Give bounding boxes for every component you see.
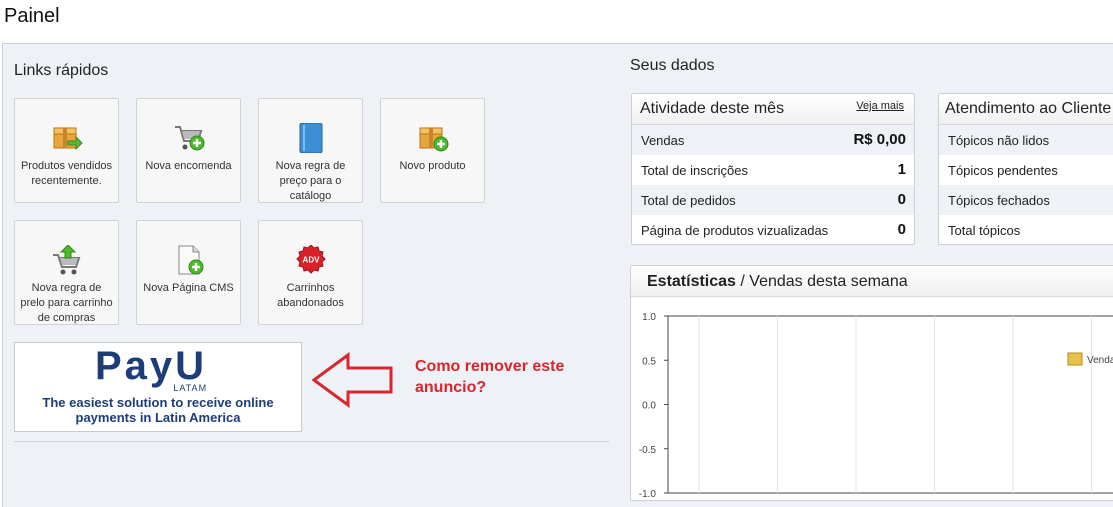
stats-box: Estatísticas / Vendas desta semana 24/12… (630, 265, 1113, 501)
y-tick-label: 1.0 (642, 312, 656, 323)
adv-badge-icon: ADV (296, 245, 326, 274)
tile-label: Novo produto (399, 160, 466, 172)
quick-links-title: Links rápidos (14, 62, 109, 79)
page-add-icon (178, 245, 204, 275)
cart-add-icon (175, 126, 205, 151)
support-row: Tópicos pendentes (948, 163, 1058, 178)
activity-box: Atividade deste mês Veja mais Vendas R$ … (631, 93, 915, 245)
box-add-icon (419, 127, 449, 152)
legend-swatch (1067, 352, 1083, 366)
support-box: Atendimento ao Cliente Tópicos não lidos… (938, 93, 1113, 245)
cart-up-icon (53, 245, 81, 275)
y-tick-label: 0.0 (642, 401, 656, 412)
y-tick-label: -0.5 (639, 445, 657, 456)
stats-title: Estatísticas / Vendas desta semana (647, 273, 908, 290)
svg-text:ADV: ADV (303, 256, 321, 265)
support-title: Atendimento ao Cliente (945, 100, 1112, 117)
support-row: Tópicos não lidos (939, 125, 1113, 155)
your-data-title: Seus dados (630, 57, 715, 74)
red-arrow-annotation (312, 352, 393, 408)
activity-row: Página de produtos vizualizadas 0 (641, 221, 906, 238)
tile-label: Produtos vendidos recentemente. (20, 160, 113, 187)
support-row: Total tópicos (948, 223, 1021, 238)
tile-label: Carrinhos abandonados (277, 282, 344, 309)
y-tick-label: -1.0 (639, 489, 657, 500)
tile-label: Nova regra de prelo para carrinho de com… (20, 282, 113, 324)
support-row: Tópicos fechados (939, 185, 1113, 215)
box-arrow-icon (53, 127, 83, 151)
payu-ad-banner[interactable]: PayU LATAM The easiest solution to recei… (14, 342, 302, 432)
tile-new-cms-page[interactable]: Nova Página CMS (136, 220, 241, 325)
activity-title: Atividade deste mês (640, 100, 785, 117)
annotation-note: Como remover este anuncio? (415, 358, 565, 396)
tile-recent-products[interactable]: Produtos vendidos recentemente. (14, 98, 119, 203)
plot-area (667, 315, 1113, 494)
tile-new-product[interactable]: Novo produto (380, 98, 485, 203)
tile-abandoned-carts[interactable]: ADV Carrinhos abandonados (258, 220, 363, 325)
see-more-link[interactable]: Veja mais (856, 100, 904, 112)
payu-logo: PayU LATAM (95, 344, 208, 393)
activity-header: Atividade deste mês Veja mais (632, 94, 914, 125)
tile-label: Nova Página CMS (143, 282, 234, 294)
activity-row: Vendas R$ 0,00 (632, 125, 914, 155)
stats-header: Estatísticas / Vendas desta semana (631, 266, 1113, 297)
tile-label: Nova regra de preço para o catálogo (275, 160, 346, 202)
tile-label: Nova encomenda (145, 160, 232, 172)
divider (14, 441, 609, 442)
tile-new-order[interactable]: Nova encomenda (136, 98, 241, 203)
tile-cart-price-rule[interactable]: Nova regra de prelo para carrinho de com… (14, 220, 119, 325)
tile-catalog-price-rule[interactable]: Nova regra de preço para o catálogo (258, 98, 363, 203)
catalog-book-icon (299, 123, 323, 153)
support-header: Atendimento ao Cliente (939, 94, 1113, 125)
legend-label: Vendas (1087, 355, 1113, 366)
page-title: Painel (4, 5, 60, 27)
activity-row: Total de inscrições 1 (641, 161, 906, 178)
activity-row: Total de pedidos 0 (632, 185, 914, 215)
sales-chart: 24/12/201425/12/201426/12/201427/12/2014… (639, 312, 1113, 500)
y-tick-label: 0.5 (642, 356, 656, 367)
ad-tagline: The easiest solution to receive online p… (42, 395, 274, 425)
